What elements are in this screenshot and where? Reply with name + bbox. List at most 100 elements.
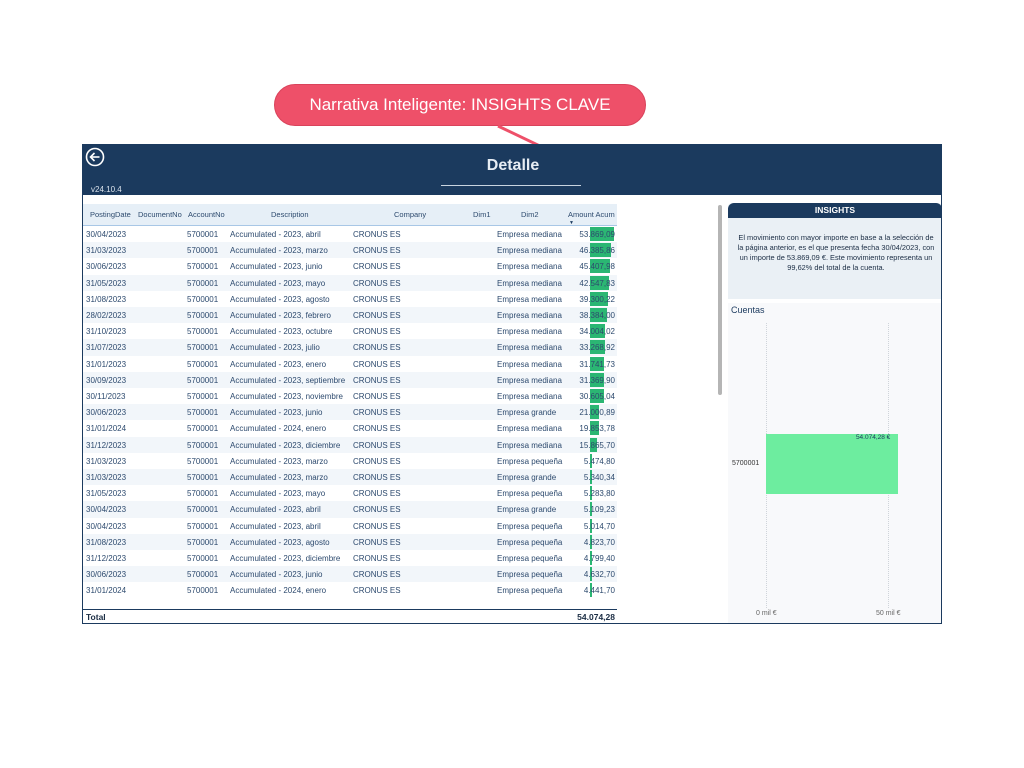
cell-dim2: Empresa mediana [497,294,562,304]
cell-account-no: 5700001 [187,440,219,450]
cell-amount-acum: 53.869,09 [579,230,615,239]
cell-posting-date: 31/10/2023 [86,327,127,337]
cell-amount-acum: 38.384,00 [579,311,615,320]
chart-bar[interactable] [766,434,898,494]
cell-dim2: Empresa pequeña [497,489,563,499]
cell-description: Accumulated - 2023, junio [230,408,323,418]
cell-amount-acum: 4.823,70 [583,537,615,547]
table-row[interactable]: 30/11/2023 5700001 Accumulated - 2023, nov… [83,388,617,404]
table-row[interactable]: 31/08/2023 5700001 Accumulated - 2023, ago… [83,533,617,550]
cell-dim2: Empresa pequeña [497,456,563,466]
table-row[interactable]: 31/05/2023 5700001 Accumulated - 2023, may… [83,485,617,501]
table-row[interactable]: 31/12/2023 5700001 Accumulated - 2023, dic… [83,436,617,453]
cell-posting-date: 31/05/2023 [86,489,127,499]
cell-account-no: 5700001 [187,392,219,401]
column-header-dim1[interactable]: Dim1 [473,210,491,219]
table-body[interactable]: 30/04/2023 5700001 Accumulated - 2023, abr… [83,226,617,610]
cell-company: CRONUS ES [353,473,401,482]
cell-company: CRONUS ES [353,521,401,531]
table-row[interactable]: 30/04/2023 5700001 Accumulated - 2023, abr… [83,226,617,242]
cell-amount-acum: 5.474,80 [583,456,615,466]
scrollbar-thumb[interactable] [718,205,722,395]
table-row[interactable]: 31/03/2023 5700001 Accumulated - 2023, mar… [83,469,617,486]
cell-amount-acum: 30.605,04 [579,392,615,401]
cell-amount-acum: 39.300,22 [579,294,615,304]
table-row[interactable]: 30/04/2023 5700001 Accumulated - 2023, abr… [83,518,617,534]
cell-account-no: 5700001 [187,570,219,580]
cell-dim2: Empresa mediana [497,375,562,385]
cell-description: Accumulated - 2023, agosto [230,294,330,304]
table-row[interactable]: 28/02/2023 5700001 Accumulated - 2023, feb… [83,307,617,324]
arrow-left-circle-icon[interactable] [85,147,105,167]
total-value: 54.074,28 [577,612,615,622]
cell-description: Accumulated - 2023, abril [230,505,321,515]
table-row[interactable]: 31/12/2023 5700001 Accumulated - 2023, dic… [83,550,617,566]
cell-company: CRONUS ES [353,327,401,337]
page-title: Detalle [486,157,540,174]
cell-amount-acum: 45.407,98 [579,262,615,272]
cell-company: CRONUS ES [353,586,401,596]
table-row[interactable]: 31/05/2023 5700001 Accumulated - 2023, may… [83,274,617,291]
cell-dim2: Empresa grande [497,505,557,515]
cell-account-no: 5700001 [187,408,219,418]
table-row[interactable]: 31/01/2024 5700001 Accumulated - 2024, ene… [83,420,617,436]
column-header-company[interactable]: Company [394,210,426,219]
detail-table: PostingDate DocumentNo AccountNo Descrip… [83,204,617,623]
table-row[interactable]: 31/01/2023 5700001 Accumulated - 2023, ene… [83,356,617,372]
cell-description: Accumulated - 2023, marzo [230,456,328,466]
table-row[interactable]: 31/08/2023 5700001 Accumulated - 2023, ago… [83,291,617,307]
cell-description: Accumulated - 2023, junio [230,262,323,272]
cell-dim2: Empresa mediana [497,311,562,320]
column-header-description[interactable]: Description [271,210,309,219]
table-row[interactable]: 30/06/2023 5700001 Accumulated - 2023, jun… [83,404,617,421]
cell-posting-date: 30/04/2023 [86,505,127,515]
cell-description: Accumulated - 2023, febrero [230,311,331,320]
cell-amount-acum: 15.865,70 [579,440,615,450]
cell-amount-acum: 33.268,92 [579,343,615,353]
cell-dim2: Empresa mediana [497,230,562,239]
table-row[interactable]: 31/07/2023 5700001 Accumulated - 2023, jul… [83,339,617,356]
cell-company: CRONUS ES [353,246,401,256]
table-row[interactable]: 30/09/2023 5700001 Accumulated - 2023, sep… [83,371,617,388]
cell-dim2: Empresa mediana [497,246,562,256]
table-row[interactable]: 31/03/2023 5700001 Accumulated - 2023, mar… [83,453,617,469]
table-row[interactable]: 30/06/2023 5700001 Accumulated - 2023, jun… [83,566,617,583]
cell-posting-date: 31/05/2023 [86,278,127,288]
cell-description: Accumulated - 2024, enero [230,424,327,434]
cell-account-no: 5700001 [187,343,219,353]
cell-posting-date: 31/12/2023 [86,554,127,563]
cell-posting-date: 31/01/2024 [86,424,127,434]
cell-dim2: Empresa pequeña [497,521,563,531]
cell-account-no: 5700001 [187,586,219,596]
cell-company: CRONUS ES [353,343,401,353]
cell-company: CRONUS ES [353,408,401,418]
column-header-postingdate[interactable]: PostingDate [90,210,131,219]
column-header-documentno[interactable]: DocumentNo [138,210,182,219]
column-header-amount-acum[interactable]: Amount Acum [568,210,615,219]
bar-value-label: 54.074,28 € [855,434,891,441]
column-header-accountno[interactable]: AccountNo [188,210,225,219]
cell-company: CRONUS ES [353,554,401,563]
cell-posting-date: 31/12/2023 [86,440,127,450]
cell-account-no: 5700001 [187,473,219,482]
table-row[interactable]: 30/04/2023 5700001 Accumulated - 2023, abr… [83,501,617,518]
column-header-dim2[interactable]: Dim2 [521,210,539,219]
table-row[interactable]: 31/10/2023 5700001 Accumulated - 2023, oct… [83,323,617,339]
cell-company: CRONUS ES [353,278,401,288]
cell-company: CRONUS ES [353,230,401,239]
table-row[interactable]: 31/01/2024 5700001 Accumulated - 2024, ene… [83,582,617,598]
table-row[interactable]: 30/06/2023 5700001 Accumulated - 2023, jun… [83,258,617,274]
cell-amount-acum: 4.632,70 [583,570,615,580]
cell-description: Accumulated - 2023, diciembre [230,554,341,563]
cell-posting-date: 31/01/2024 [86,586,127,596]
cell-company: CRONUS ES [353,440,401,450]
cell-amount-acum: 4.799,40 [583,554,615,563]
cell-amount-acum: 31.741,73 [579,359,615,369]
cell-amount-acum: 19.853,78 [579,424,615,434]
report-header: v24.10.4 Detalle [83,145,941,195]
table-row[interactable]: 31/03/2023 5700001 Accumulated - 2023, mar… [83,242,617,259]
cell-posting-date: 30/06/2023 [86,408,127,418]
table-scrollbar[interactable] [718,205,722,395]
cell-description: Accumulated - 2023, marzo [230,473,328,482]
cell-amount-acum: 21.000,89 [579,408,615,418]
